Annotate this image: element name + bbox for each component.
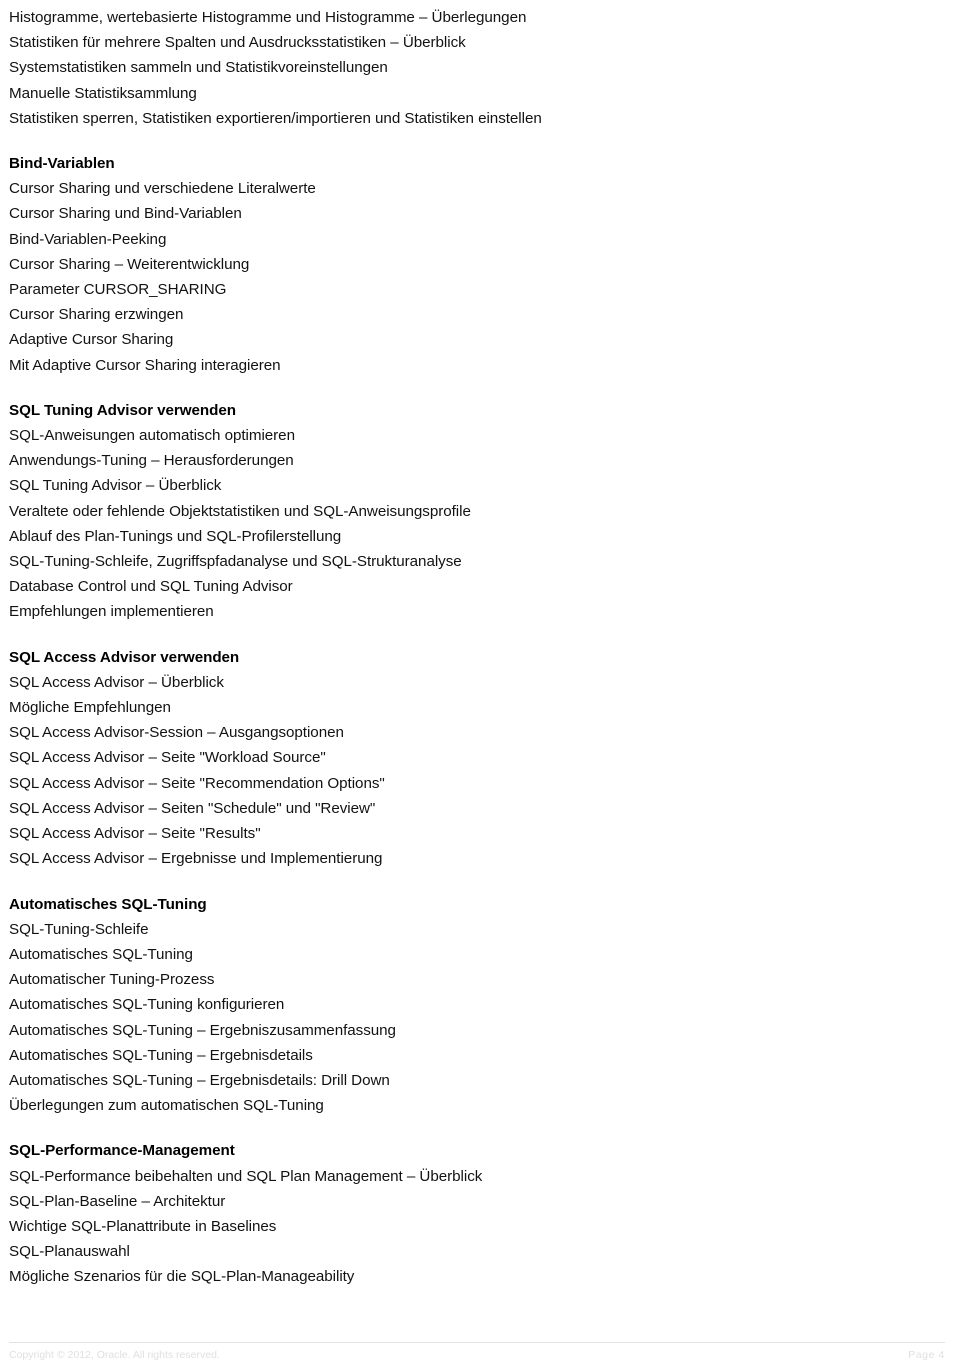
toc-entry[interactable]: Cursor Sharing und Bind-Variablen [9, 201, 948, 226]
toc-entry[interactable]: Wichtige SQL-Planattribute in Baselines [9, 1214, 948, 1239]
toc-entry[interactable]: Mögliche Empfehlungen [9, 695, 948, 720]
toc-entry[interactable]: Cursor Sharing und verschiedene Literalw… [9, 176, 948, 201]
toc-entry[interactable]: Cursor Sharing erzwingen [9, 302, 948, 327]
toc-section-heading: Automatisches SQL-Tuning [9, 895, 207, 913]
toc-section: SQL-Performance-Management SQL-Performanc… [9, 1138, 948, 1289]
toc-entry[interactable]: Automatischer Tuning-Prozess [9, 967, 948, 992]
toc-entry[interactable]: Ablauf des Plan-Tunings und SQL-Profiler… [9, 524, 948, 549]
toc-section: SQL Tuning Advisor verwenden SQL-Anweisun… [9, 398, 948, 625]
toc-entry[interactable]: SQL-Tuning-Schleife [9, 917, 948, 942]
toc-entry[interactable]: Automatisches SQL-Tuning – Ergebnisdetai… [9, 1043, 948, 1068]
page-number: Page 4 [908, 1349, 945, 1361]
toc-entry[interactable]: SQL Access Advisor – Seite "Recommendati… [9, 771, 948, 796]
toc-section-heading: SQL Tuning Advisor verwenden [9, 401, 237, 419]
toc-section-heading: SQL-Performance-Management [9, 1142, 235, 1160]
toc-entry[interactable]: Anwendungs-Tuning – Herausforderungen [9, 448, 948, 473]
toc-entry[interactable]: Statistiken für mehrere Spalten und Ausd… [9, 30, 948, 55]
toc-entry[interactable]: Mit Adaptive Cursor Sharing interagieren [9, 353, 948, 378]
toc-entry[interactable]: SQL Access Advisor-Session – Ausgangsopt… [9, 720, 948, 745]
toc-section: SQL Access Advisor verwenden SQL Access A… [9, 645, 948, 872]
toc-entry[interactable]: Automatisches SQL-Tuning [9, 942, 948, 967]
toc-entry[interactable]: Manuelle Statistiksammlung [9, 81, 948, 106]
toc-entry[interactable]: SQL-Performance beibehalten und SQL Plan… [9, 1164, 948, 1189]
toc-entry[interactable]: SQL Access Advisor – Überblick [9, 670, 948, 695]
toc-entry[interactable]: Veraltete oder fehlende Objektstatistike… [9, 499, 948, 524]
toc-entry[interactable]: Automatisches SQL-Tuning – Ergebnisdetai… [9, 1068, 948, 1093]
toc-entry[interactable]: Automatisches SQL-Tuning – Ergebniszusam… [9, 1018, 948, 1043]
toc-entry[interactable]: SQL Access Advisor – Seite "Results" [9, 821, 948, 846]
toc-entry[interactable]: Überlegungen zum automatischen SQL-Tunin… [9, 1093, 948, 1118]
toc-entry[interactable]: Database Control und SQL Tuning Advisor [9, 574, 948, 599]
toc-entry[interactable]: Statistiken sperren, Statistiken exporti… [9, 106, 948, 131]
toc-entry[interactable]: SQL Access Advisor – Ergebnisse und Impl… [9, 846, 948, 871]
toc-entry[interactable]: SQL Access Advisor – Seite "Workload Sou… [9, 745, 948, 770]
toc-entry[interactable]: Adaptive Cursor Sharing [9, 327, 948, 352]
toc-entry[interactable]: Histogramme, wertebasierte Histogramme u… [9, 5, 948, 30]
toc-entry[interactable]: SQL-Anweisungen automatisch optimieren [9, 423, 948, 448]
toc-section: Bind-Variablen Cursor Sharing und verschi… [9, 151, 948, 378]
table-of-contents: Histogramme, wertebasierte Histogramme u… [9, 5, 948, 1290]
toc-entry[interactable]: Systemstatistiken sammeln und Statistikv… [9, 55, 948, 80]
toc-entry[interactable]: Parameter CURSOR_SHARING [9, 277, 948, 302]
toc-section: Histogramme, wertebasierte Histogramme u… [9, 5, 948, 131]
toc-entry[interactable]: Automatisches SQL-Tuning konfigurieren [9, 992, 948, 1017]
toc-entry[interactable]: SQL-Tuning-Schleife, Zugriffspfadanalyse… [9, 549, 948, 574]
toc-entry[interactable]: Mögliche Szenarios für die SQL-Plan-Mana… [9, 1264, 948, 1289]
document-page: Histogramme, wertebasierte Histogramme u… [0, 0, 960, 1372]
toc-entry[interactable]: SQL-Planauswahl [9, 1239, 948, 1264]
toc-section-heading: SQL Access Advisor verwenden [9, 648, 240, 666]
toc-entry[interactable]: SQL-Plan-Baseline – Architektur [9, 1189, 948, 1214]
toc-entry[interactable]: Bind-Variablen-Peeking [9, 227, 948, 252]
toc-entry[interactable]: Empfehlungen implementieren [9, 599, 948, 624]
toc-entry[interactable]: SQL Access Advisor – Seiten "Schedule" u… [9, 796, 948, 821]
toc-section-heading: Bind-Variablen [9, 155, 115, 173]
page-footer: Copyright © 2012, Oracle. All rights res… [9, 1342, 945, 1362]
toc-entry[interactable]: Cursor Sharing – Weiterentwicklung [9, 252, 948, 277]
copyright-notice: Copyright © 2012, Oracle. All rights res… [9, 1349, 220, 1361]
toc-section: Automatisches SQL-Tuning SQL-Tuning-Schle… [9, 892, 948, 1119]
toc-entry[interactable]: SQL Tuning Advisor – Überblick [9, 473, 948, 498]
